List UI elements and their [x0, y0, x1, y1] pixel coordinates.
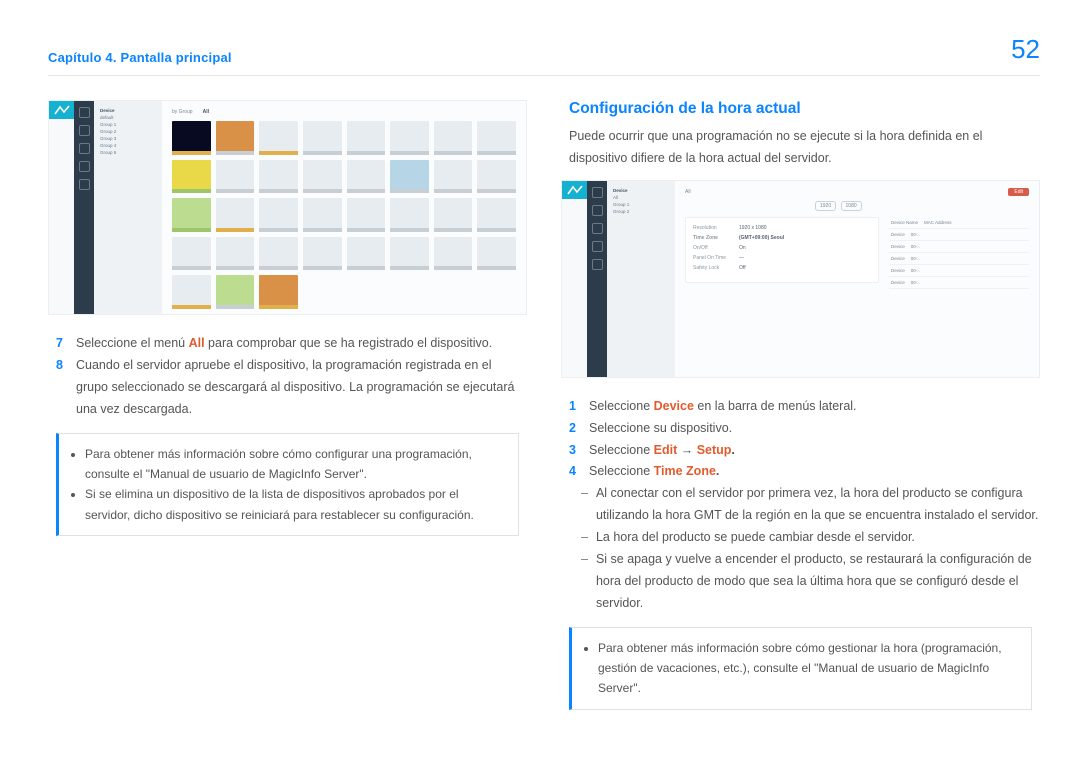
note-box: Para obtener más información sobre cómo …: [56, 433, 519, 537]
divider: [48, 75, 1040, 76]
shot-group: Group 5: [100, 149, 156, 156]
shot-side-title: Device: [100, 107, 156, 114]
screenshot-device-timezone: Device AllGroup 1Group 2 All Edit 1920 1…: [561, 180, 1040, 378]
step-text: Seleccione su dispositivo.: [589, 418, 732, 440]
form-label: Resolution: [693, 225, 731, 231]
shot-tab: All: [203, 109, 209, 115]
shot-group: Group 3: [100, 135, 156, 142]
shot-group: Group 1: [100, 121, 156, 128]
shot-tab: All: [685, 189, 691, 195]
chapter-title: Capítulo 4. Pantalla principal: [48, 50, 232, 65]
shot-badge: Edit: [1008, 188, 1029, 196]
step-text: Seleccione Time Zone.: [589, 461, 719, 483]
note-item: Para obtener más información sobre cómo …: [85, 444, 506, 485]
intro-paragraph: Puede ocurrir que una programación no se…: [569, 126, 1032, 170]
note-box: Para obtener más información sobre cómo …: [569, 627, 1032, 710]
form-label: Panel On Time: [693, 255, 731, 261]
note-item: Si se elimina un dispositivo de la lista…: [85, 484, 506, 525]
step-number: 2: [569, 418, 579, 440]
shot-pill: 1080: [841, 201, 862, 211]
arrow-icon: →: [677, 443, 696, 457]
ui-timezone-emph: Time Zone: [654, 464, 716, 478]
step-text: Cuando el servidor apruebe el dispositiv…: [76, 355, 519, 421]
step-number: 3: [569, 440, 579, 462]
step-number: 8: [56, 355, 66, 421]
form-label: On/Off: [693, 245, 731, 251]
section-heading: Configuración de la hora actual: [569, 100, 1032, 118]
form-label: Safety Lock: [693, 265, 731, 271]
shot-col: Device Name: [891, 220, 918, 225]
form-value: Off: [739, 265, 746, 271]
shot-tab: by Group: [172, 109, 193, 115]
shot-side-title: Device: [613, 187, 669, 194]
step-number: 7: [56, 333, 66, 355]
form-label: Time Zone: [693, 235, 731, 241]
ui-setup-emph: Setup: [697, 443, 732, 457]
ui-edit-emph: Edit: [654, 443, 678, 457]
step-text: Seleccione Device en la barra de menús l…: [589, 396, 857, 418]
shot-group: Group 2: [100, 128, 156, 135]
ui-all-emph: All: [189, 336, 205, 350]
step-text: Seleccione el menú All para comprobar qu…: [76, 333, 492, 355]
shot-group: default: [100, 114, 156, 121]
sub-item: Al conectar con el servidor por primera …: [596, 483, 1040, 527]
sub-item: La hora del producto se puede cambiar de…: [596, 527, 915, 549]
shot-col: MAC Address: [924, 220, 952, 225]
step-text: Seleccione Edit → Setup.: [589, 440, 735, 462]
form-value: (GMT+09:00) Seoul: [739, 235, 784, 241]
page-number: 52: [1011, 34, 1040, 65]
step-number: 4: [569, 461, 579, 483]
sub-item: Si se apaga y vuelve a encender el produ…: [596, 549, 1040, 615]
ui-device-emph: Device: [654, 399, 694, 413]
screenshot-device-grid: Device default Group 1 Group 2 Group 3 G…: [48, 100, 527, 315]
form-value: On: [739, 245, 746, 251]
note-item: Para obtener más información sobre cómo …: [598, 638, 1019, 699]
step-number: 1: [569, 396, 579, 418]
shot-pill: 1920: [815, 201, 836, 211]
shot-group: Group 4: [100, 142, 156, 149]
